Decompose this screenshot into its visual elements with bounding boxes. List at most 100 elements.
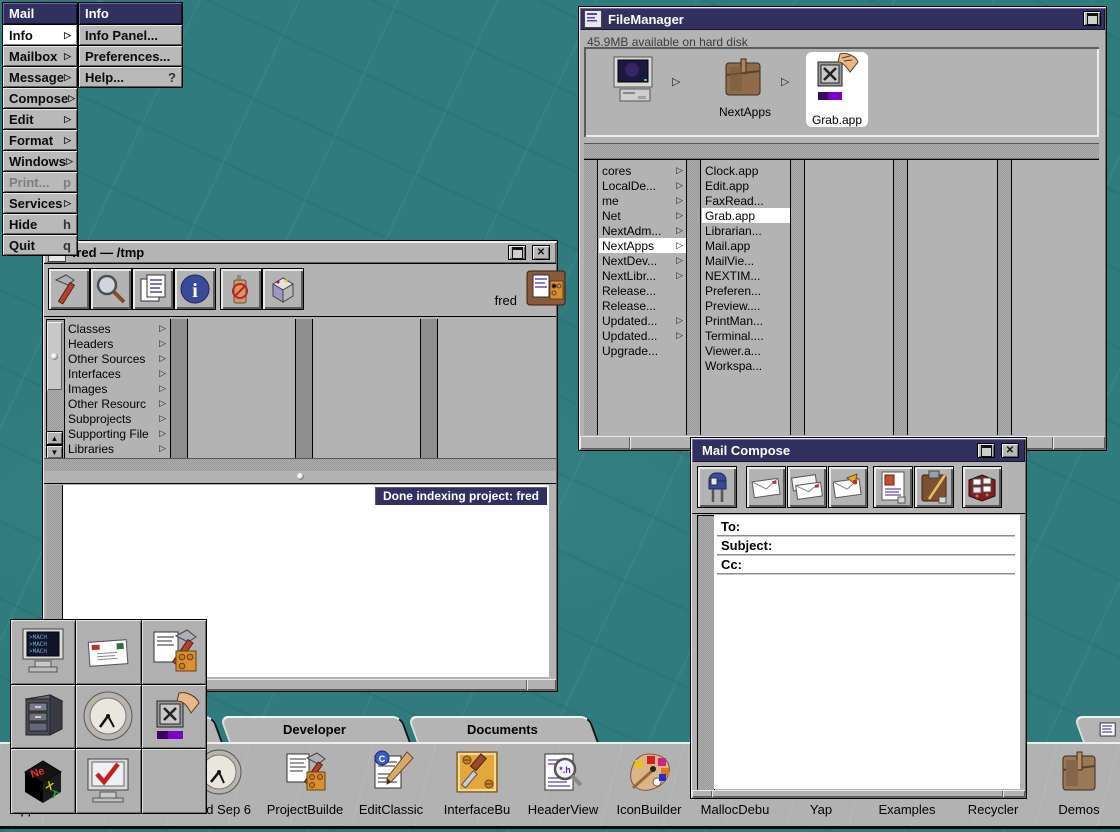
dir-row[interactable]: NextDev...▷ [599,253,686,268]
filemanager-miniaturize-button[interactable] [1083,11,1101,26]
grid-clock-icon[interactable] [76,685,140,749]
group-row[interactable]: Interfaces▷ [65,366,169,381]
group-row[interactable]: Other Resourc▷ [65,396,169,411]
dir-row[interactable]: Updated...▷ [599,313,686,328]
grid-projectbuilder-icon[interactable] [142,620,206,684]
menu-item-message[interactable]: Message▷ [3,67,77,87]
indexer-button[interactable] [220,268,262,310]
grid-next-icon[interactable]: NeXT [11,749,75,813]
builder-button[interactable] [262,268,304,310]
menu-item-print[interactable]: Print...p [3,172,77,192]
nextapps-folder-icon[interactable] [718,55,770,103]
file-row[interactable]: Mail.app [702,238,790,253]
file-row[interactable]: Preview.... [702,298,790,313]
file-row[interactable]: Workspa... [702,358,790,373]
filemanager-column-4-scrollbar[interactable] [894,160,908,435]
file-row[interactable]: Terminal.... [702,328,790,343]
scroll-up-button[interactable]: ▲ [46,431,63,445]
dir-row[interactable]: NextLibr...▷ [599,268,686,283]
computer-expand-arrow-icon[interactable]: ▷ [672,77,680,88]
grid-documents-icon[interactable] [76,749,140,813]
file-row[interactable]: NEXTIM... [702,268,790,283]
projectbuilder-close-button[interactable]: ✕ [532,245,550,260]
filemanager-column-1-scrollbar[interactable] [584,160,598,435]
dir-row[interactable]: Updated...▷ [599,328,686,343]
file-row[interactable]: Edit.app [702,178,790,193]
dock-item-headerview[interactable]: *.h HeaderView [520,748,606,817]
submenu-item-info-panel[interactable]: Info Panel... [79,25,182,45]
dock-tab-developer[interactable]: Developer [219,716,410,742]
dir-row[interactable]: NextAdm...▷ [599,223,686,238]
info-submenu-title[interactable]: Info [79,3,182,24]
build-hammer-button[interactable] [48,268,90,310]
project-column-divider[interactable] [170,319,188,459]
dock-item-editclassic[interactable]: C EditClassic [348,748,434,817]
to-field-input[interactable] [717,535,1015,537]
dock-item-interfacebuilder[interactable]: InterfaceBu [434,748,520,817]
cc-field-input[interactable] [717,573,1015,575]
filemanager-column-2-scrollbar[interactable] [687,160,701,435]
grid-mail-icon[interactable] [76,620,140,684]
compose-text-area[interactable]: To: Subject: Cc: [714,515,1020,789]
group-row[interactable]: Headers▷ [65,336,169,351]
group-row[interactable]: Images▷ [65,381,169,396]
grid-filemanager-icon[interactable] [11,685,75,749]
dock-tab-documents[interactable]: Documents [407,716,598,742]
find-button[interactable] [90,268,132,310]
menu-item-windows[interactable]: Windows▷ [3,151,77,171]
project-column-divider[interactable] [420,319,438,459]
dock-tab-partial-right[interactable] [1073,716,1120,742]
file-row[interactable]: FaxRead... [702,193,790,208]
menu-item-hide[interactable]: Hideh [3,214,77,234]
compose-scrollbar[interactable] [697,515,715,791]
dir-row-selected[interactable]: NextApps▷ [599,238,686,253]
compose-titlebar[interactable]: Mail Compose ✕ [692,439,1025,462]
menu-item-format[interactable]: Format▷ [3,130,77,150]
demos-briefcase-icon[interactable] [1055,748,1103,796]
compose-deliver-button[interactable] [746,466,786,508]
group-row[interactable]: Supporting File▷ [65,426,169,441]
compose-close-button[interactable]: ✕ [1001,443,1019,458]
menu-item-edit[interactable]: Edit▷ [3,109,77,129]
dock-item-iconbuilder[interactable]: IconBuilder [606,748,692,817]
interfacebuilder-icon[interactable] [453,748,501,796]
projectbuilder-titlebar[interactable]: fred — /tmp ✕ [44,242,556,264]
project-splitter-handle[interactable] [44,471,556,483]
file-row[interactable]: PrintMan... [702,313,790,328]
dir-row[interactable]: Upgrade... [599,343,686,358]
dir-row[interactable]: cores▷ [599,163,686,178]
submenu-item-help[interactable]: Help...? [79,67,182,87]
menu-item-compose[interactable]: Compose▷ [3,88,77,108]
dir-row[interactable]: Release... [599,283,686,298]
grab-app-shelf-icon[interactable]: Grab.app [806,52,868,127]
dir-row[interactable]: LocalDe...▷ [599,178,686,193]
file-row[interactable]: MailVie... [702,253,790,268]
file-row[interactable]: Librarian... [702,223,790,238]
group-row[interactable]: Subprojects▷ [65,411,169,426]
file-row[interactable]: Clock.app [702,163,790,178]
menu-item-services[interactable]: Services▷ [3,193,77,213]
filemanager-shelf-divider[interactable] [584,143,1099,159]
compose-mailbox-button[interactable] [697,466,737,508]
project-column-divider[interactable] [295,319,313,459]
group-row[interactable]: Classes▷ [65,321,169,336]
file-row-selected[interactable]: Grab.app [702,208,790,223]
computer-icon[interactable] [608,55,660,107]
dock-item-demos[interactable]: Demos [1036,748,1120,817]
grid-empty-cell[interactable] [142,749,206,813]
filemanager-column-3-scrollbar[interactable] [791,160,805,435]
dock-item-projectbuilder[interactable]: ProjectBuilde [262,748,348,817]
nextapps-expand-arrow-icon[interactable]: ▷ [781,77,789,88]
group-row[interactable]: Other Sources▷ [65,351,169,366]
menu-item-mailbox[interactable]: Mailbox▷ [3,46,77,66]
files-button[interactable] [132,268,174,310]
filemanager-column-5-scrollbar[interactable] [998,160,1012,435]
dir-row[interactable]: Net▷ [599,208,686,223]
projectbuilder-miniaturize-button[interactable] [508,245,526,260]
mail-menu-title[interactable]: Mail [3,3,77,24]
project-browser-scrollbar[interactable]: ▲ ▼ [46,319,65,459]
project-briefcase-icon[interactable] [521,263,571,313]
info-button[interactable]: i [174,268,216,310]
dir-row[interactable]: me▷ [599,193,686,208]
compose-addresses-button[interactable] [962,466,1002,508]
